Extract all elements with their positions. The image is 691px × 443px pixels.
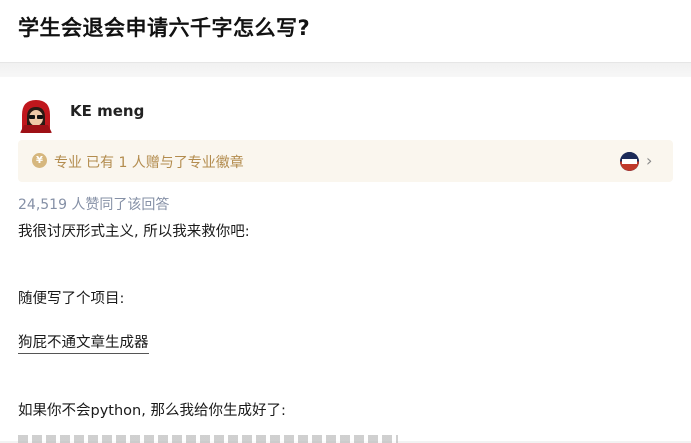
answer-paragraph: 我很讨厌形式主义, 所以我来救你吧: xyxy=(18,224,250,240)
coin-icon: ¥ xyxy=(32,153,47,168)
vote-count: 24,519 人赞同了该回答 xyxy=(18,197,170,213)
section-divider xyxy=(0,63,691,77)
org-logo-icon xyxy=(620,152,639,171)
chevron-right-icon[interactable]: › xyxy=(646,151,652,170)
badge-bar[interactable]: ¥ 专业 已有 1 人赠与了专业徽章 › xyxy=(18,140,673,182)
badge-description: 已有 1 人赠与了专业徽章 xyxy=(86,155,244,171)
question-header: 学生会退会申请六千字怎么写? xyxy=(0,0,691,63)
project-link[interactable]: 狗屁不通文章生成器 xyxy=(18,331,149,354)
answer-paragraph: 如果你不会python, 那么我给你生成好了: xyxy=(18,403,286,419)
answer-paragraph: 随便写了个项目: xyxy=(18,291,125,307)
author-name[interactable]: KE meng xyxy=(70,102,144,120)
answer-card: KE meng ¥ 专业 已有 1 人赠与了专业徽章 › 24,519 人赞同了… xyxy=(0,77,691,443)
truncated-content xyxy=(18,435,398,443)
avatar[interactable] xyxy=(18,97,54,133)
question-title[interactable]: 学生会退会申请六千字怎么写? xyxy=(18,12,310,42)
badge-label: 专业 xyxy=(54,155,82,171)
